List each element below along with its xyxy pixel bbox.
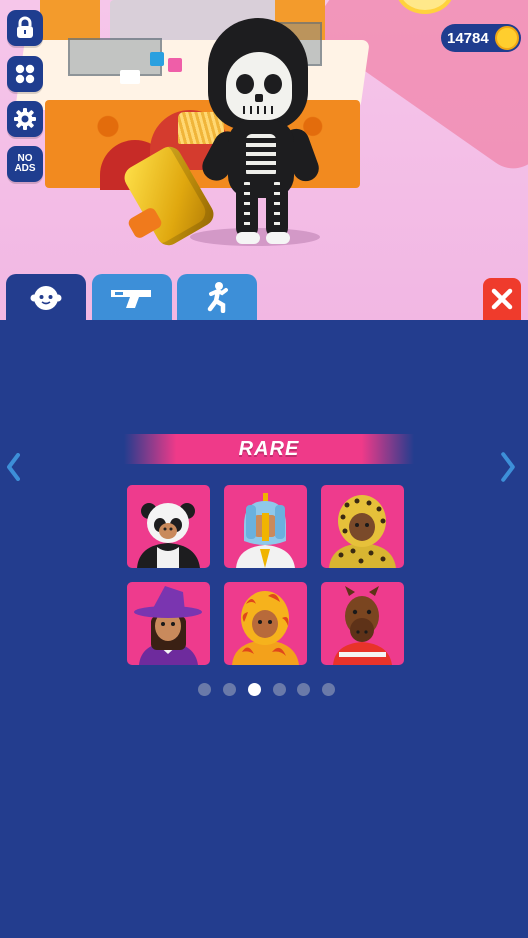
- next-page-arrow[interactable]: [500, 452, 516, 482]
- tab-skins[interactable]: [6, 274, 86, 320]
- coin-counter: 14784: [441, 24, 521, 52]
- leopard-avatar-icon: [329, 495, 396, 568]
- back-shelf: [40, 0, 100, 40]
- tab-emotes[interactable]: [177, 274, 257, 320]
- skin-leopard[interactable]: [321, 485, 404, 568]
- settings-button[interactable]: [7, 101, 43, 137]
- previous-page-arrow[interactable]: [5, 452, 21, 482]
- skull-eye: [236, 74, 254, 94]
- no-ads-button[interactable]: NO ADS: [7, 146, 43, 182]
- page-dot[interactable]: [273, 683, 286, 696]
- skull-teeth: [243, 106, 275, 114]
- face-icon: [30, 286, 62, 310]
- page-dot[interactable]: [198, 683, 211, 696]
- coin-icon: [495, 26, 519, 50]
- tab-weapons[interactable]: [92, 274, 172, 320]
- gear-icon: [14, 108, 36, 130]
- menu-button[interactable]: [7, 56, 43, 92]
- lock-button[interactable]: [7, 10, 43, 46]
- four-dots-icon: [15, 64, 35, 84]
- character-leg: [266, 182, 288, 238]
- witch-avatar-icon: [134, 586, 202, 665]
- rarity-banner: RARE: [124, 434, 414, 464]
- chevron-left-icon: [7, 453, 20, 481]
- no-ads-icon: NO ADS: [14, 154, 35, 174]
- flame-avatar-icon: [232, 591, 299, 665]
- character-leg: [236, 182, 258, 238]
- skin-flame[interactable]: [224, 582, 307, 665]
- close-button[interactable]: [483, 278, 521, 320]
- skin-horse[interactable]: [321, 582, 404, 665]
- skull-nose: [255, 94, 263, 102]
- character-shoe: [236, 232, 260, 244]
- no-ads-label: ADS: [14, 163, 36, 174]
- skull-eye: [264, 74, 282, 94]
- horse-avatar-icon: [333, 586, 392, 665]
- skin-panda[interactable]: [127, 485, 210, 568]
- knight-avatar-icon: [236, 493, 295, 568]
- panda-avatar-icon: [137, 503, 200, 568]
- character-skull: [226, 52, 292, 120]
- rarity-label: RARE: [238, 437, 300, 460]
- page-dot[interactable]: [223, 683, 236, 696]
- player-character: [120, 12, 350, 250]
- skin-knight[interactable]: [224, 485, 307, 568]
- gun-icon: [111, 290, 151, 308]
- food-item: [120, 70, 140, 84]
- lock-icon: [17, 16, 33, 38]
- page-indicator: [0, 683, 528, 697]
- running-figure-icon: [207, 282, 228, 313]
- skeleton-ribs: [246, 134, 276, 178]
- skin-witch[interactable]: [127, 582, 210, 665]
- page-dot[interactable]: [322, 683, 335, 696]
- page-dot-active[interactable]: [248, 683, 261, 696]
- coin-amount: 14784: [447, 29, 489, 47]
- sneeze-guard: [68, 38, 162, 76]
- character-shoe: [266, 232, 290, 244]
- page-dot[interactable]: [297, 683, 310, 696]
- chevron-right-icon: [501, 452, 515, 482]
- close-icon: [491, 288, 513, 310]
